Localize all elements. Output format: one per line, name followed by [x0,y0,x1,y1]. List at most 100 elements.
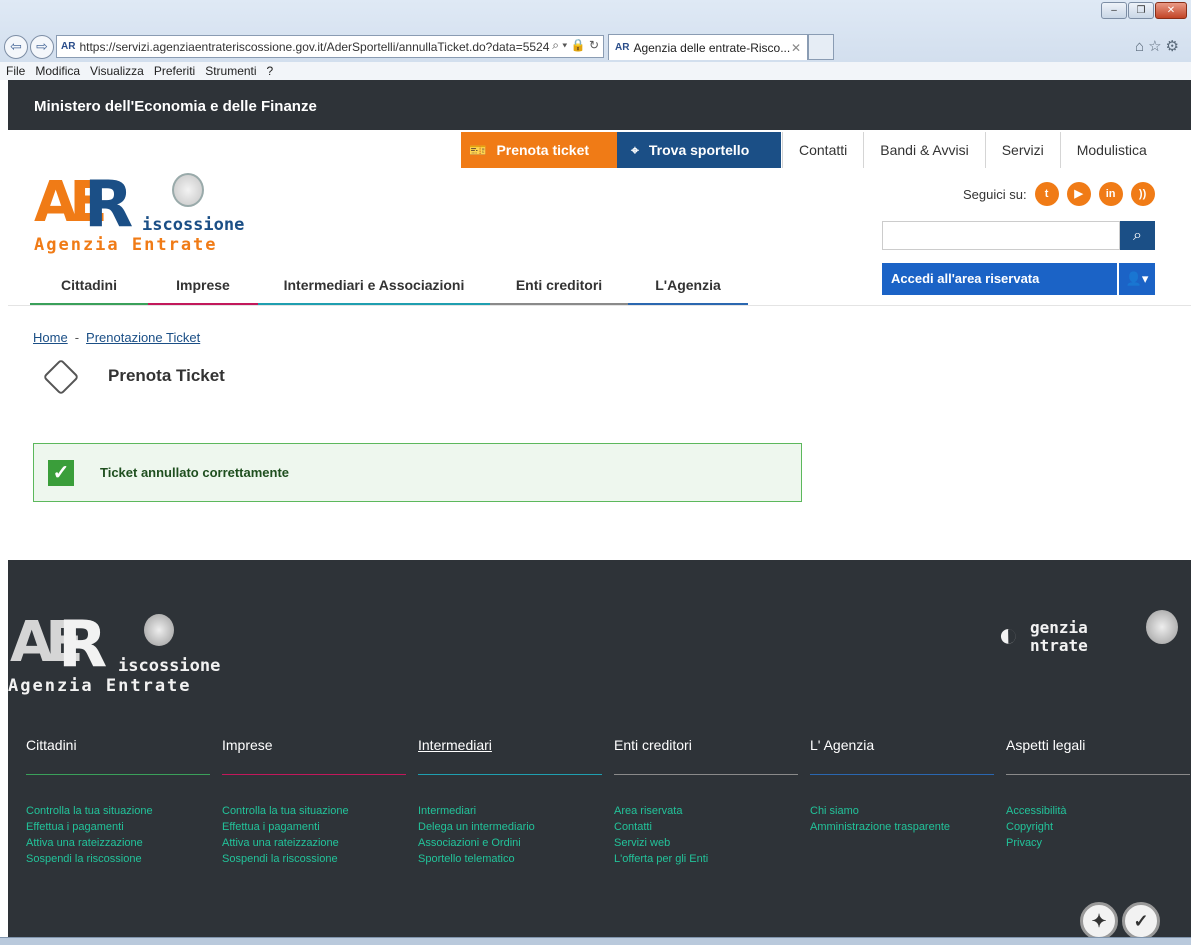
social-links: Seguici su: t ▶ in )) [963,182,1155,206]
home-icon[interactable]: ⌂ [1135,38,1148,55]
area-riservata-button[interactable]: Accedi all'area riservata [882,263,1117,295]
footer-link[interactable]: Delega un intermediario [418,819,602,835]
footer-link[interactable]: Servizi web [614,835,798,851]
back-button[interactable]: ⇦ [4,35,28,59]
menu-preferiti[interactable]: Preferiti [154,62,195,80]
footer-column-title[interactable]: Intermediari [418,735,602,775]
tab-close-icon[interactable]: ✕ [791,41,801,55]
footer-link[interactable]: Privacy [1006,835,1190,851]
nav-imprese[interactable]: Imprese [148,267,258,305]
seguici-label: Seguici su: [963,186,1027,202]
footer-link[interactable]: Intermediari [418,803,602,819]
minimize-button[interactable]: – [1101,2,1127,19]
nav-agenzia[interactable]: L'Agenzia [628,267,748,305]
menu-file[interactable]: File [6,62,25,80]
footer-link[interactable]: Sospendi la riscossione [26,851,210,867]
trova-sportello-label: Trova sportello [648,142,750,158]
footer-link[interactable]: Controlla la tua situazione [26,803,210,819]
footer-link[interactable]: Attiva una rateizzazione [26,835,210,851]
menu-modifica[interactable]: Modifica [35,62,80,80]
footer-links: Chi siamo Amministrazione trasparente [810,803,994,835]
menu-visualizza[interactable]: Visualizza [90,62,144,80]
nav-cittadini[interactable]: Cittadini [30,267,148,305]
breadcrumb-separator: - [74,330,80,345]
footer-links: Controlla la tua situazione Effettua i p… [222,803,406,867]
site-logo[interactable]: AE R iscossione Agenzia Entrate [34,168,274,258]
new-tab-button[interactable] [808,34,834,60]
footer-link[interactable]: Accessibilità [1006,803,1190,819]
address-bar[interactable]: AR https://servizi.agenziaentrateriscoss… [56,35,604,58]
footer-column-title[interactable]: Aspetti legali [1006,735,1190,775]
ticket-icon [42,358,80,396]
breadcrumb-home[interactable]: Home [33,330,68,345]
browser-tab[interactable]: AR Agenzia delle entrate-Risco... ✕ [608,34,808,60]
menu-help[interactable]: ? [267,62,274,80]
nav-enti-creditori[interactable]: Enti creditori [490,267,628,305]
footer-link[interactable]: Contatti [614,819,798,835]
breadcrumb-prenotazione[interactable]: Prenotazione Ticket [86,330,200,345]
top-nav: Contatti Bandi & Avvisi Servizi Modulist… [782,132,1163,168]
certified-check-icon[interactable]: ✓ [1122,902,1160,940]
youtube-icon[interactable]: ▶ [1066,182,1091,206]
footer-link[interactable]: Effettua i pagamenti [222,819,406,835]
footer-link[interactable]: Effettua i pagamenti [26,819,210,835]
footer-link[interactable]: Chi siamo [810,803,994,819]
browser-chrome: – ❐ ✕ ⇦ ⇨ AR https://servizi.agenziaentr… [0,0,1191,80]
topnav-servizi[interactable]: Servizi [984,132,1060,168]
trova-sportello-button[interactable]: ⌖ Trova sportello [617,132,781,168]
forward-button[interactable]: ⇨ [30,35,54,59]
ae-logo-ntrate: ntrate [1030,636,1088,655]
ministry-link[interactable]: Ministero dell'Economia e delle Finanze [34,98,317,115]
footer-link[interactable]: Copyright [1006,819,1190,835]
footer-column-title[interactable]: Cittadini [26,735,210,775]
favorites-icon[interactable]: ☆ [1148,38,1165,55]
footer-column-title[interactable]: Imprese [222,735,406,775]
agenzia-entrate-logo[interactable]: ◐ genzia ntrate [998,608,1188,664]
footer-link[interactable]: Sportello telematico [418,851,602,867]
footer-link[interactable]: Sospendi la riscossione [222,851,406,867]
accredia-badge-icon[interactable]: ✦ [1080,902,1118,940]
footer-link[interactable]: L'offerta per gli Enti [614,851,798,867]
footer-emblem-icon [144,614,174,646]
menu-bar: File Modifica Visualizza Preferiti Strum… [0,62,1191,80]
topnav-modulistica[interactable]: Modulistica [1059,132,1163,168]
footer-column-title[interactable]: L' Agenzia [810,735,994,775]
user-menu-button[interactable]: 👤▾ [1119,263,1155,295]
topnav-contatti[interactable]: Contatti [782,132,863,168]
settings-icon[interactable]: ⚙ [1166,38,1183,55]
ministry-bar: Ministero dell'Economia e delle Finanze [8,80,1191,130]
linkedin-icon[interactable]: in [1098,182,1123,206]
footer-links: Area riservata Contatti Servizi web L'of… [614,803,798,867]
nav-intermediari[interactable]: Intermediari e Associazioni [258,267,490,305]
footer-link[interactable]: Attiva una rateizzazione [222,835,406,851]
menu-strumenti[interactable]: Strumenti [205,62,256,80]
success-alert: ✓ Ticket annullato correttamente [33,443,802,502]
site-header: 🎫 Prenota ticket ⌖ Trova sportello Conta… [8,130,1191,305]
success-message: Ticket annullato correttamente [100,465,290,480]
user-icon: 👤▾ [1125,271,1149,286]
search-input[interactable] [882,221,1120,250]
twitter-icon[interactable]: t [1034,182,1059,206]
footer-logo-iscossione: iscossione [118,656,221,676]
footer-link[interactable]: Associazioni e Ordini [418,835,602,851]
footer-logo[interactable]: AE R iscossione Agenzia Entrate [8,608,268,698]
footer-links: Controlla la tua situazione Effettua i p… [26,803,210,867]
footer-column-title[interactable]: Enti creditori [614,735,798,775]
page-title: Prenota Ticket [108,366,225,385]
footer-link[interactable]: Controlla la tua situazione [222,803,406,819]
maximize-button[interactable]: ❐ [1128,2,1154,19]
taskbar [0,937,1191,945]
footer-link[interactable]: Area riservata [614,803,798,819]
address-actions-icon[interactable]: ⌕ ▾ 🔒 ↻ [552,38,599,53]
prenota-ticket-button[interactable]: 🎫 Prenota ticket [461,132,617,168]
search-button[interactable]: ⌕ [1120,221,1155,250]
footer-links: Intermediari Delega un intermediario Ass… [418,803,602,867]
logo-agenzia-entrate: Agenzia Entrate [34,235,218,255]
url-text[interactable]: https://servizi.agenziaentrateriscossion… [79,40,549,54]
rss-icon[interactable]: )) [1130,182,1155,206]
close-window-button[interactable]: ✕ [1155,2,1187,19]
footer-link[interactable]: Amministrazione trasparente [810,819,994,835]
topnav-bandi-avvisi[interactable]: Bandi & Avvisi [863,132,984,168]
ae-logo-genzia: genzia [1030,618,1088,637]
search-icon: ⌕ [1133,227,1142,244]
